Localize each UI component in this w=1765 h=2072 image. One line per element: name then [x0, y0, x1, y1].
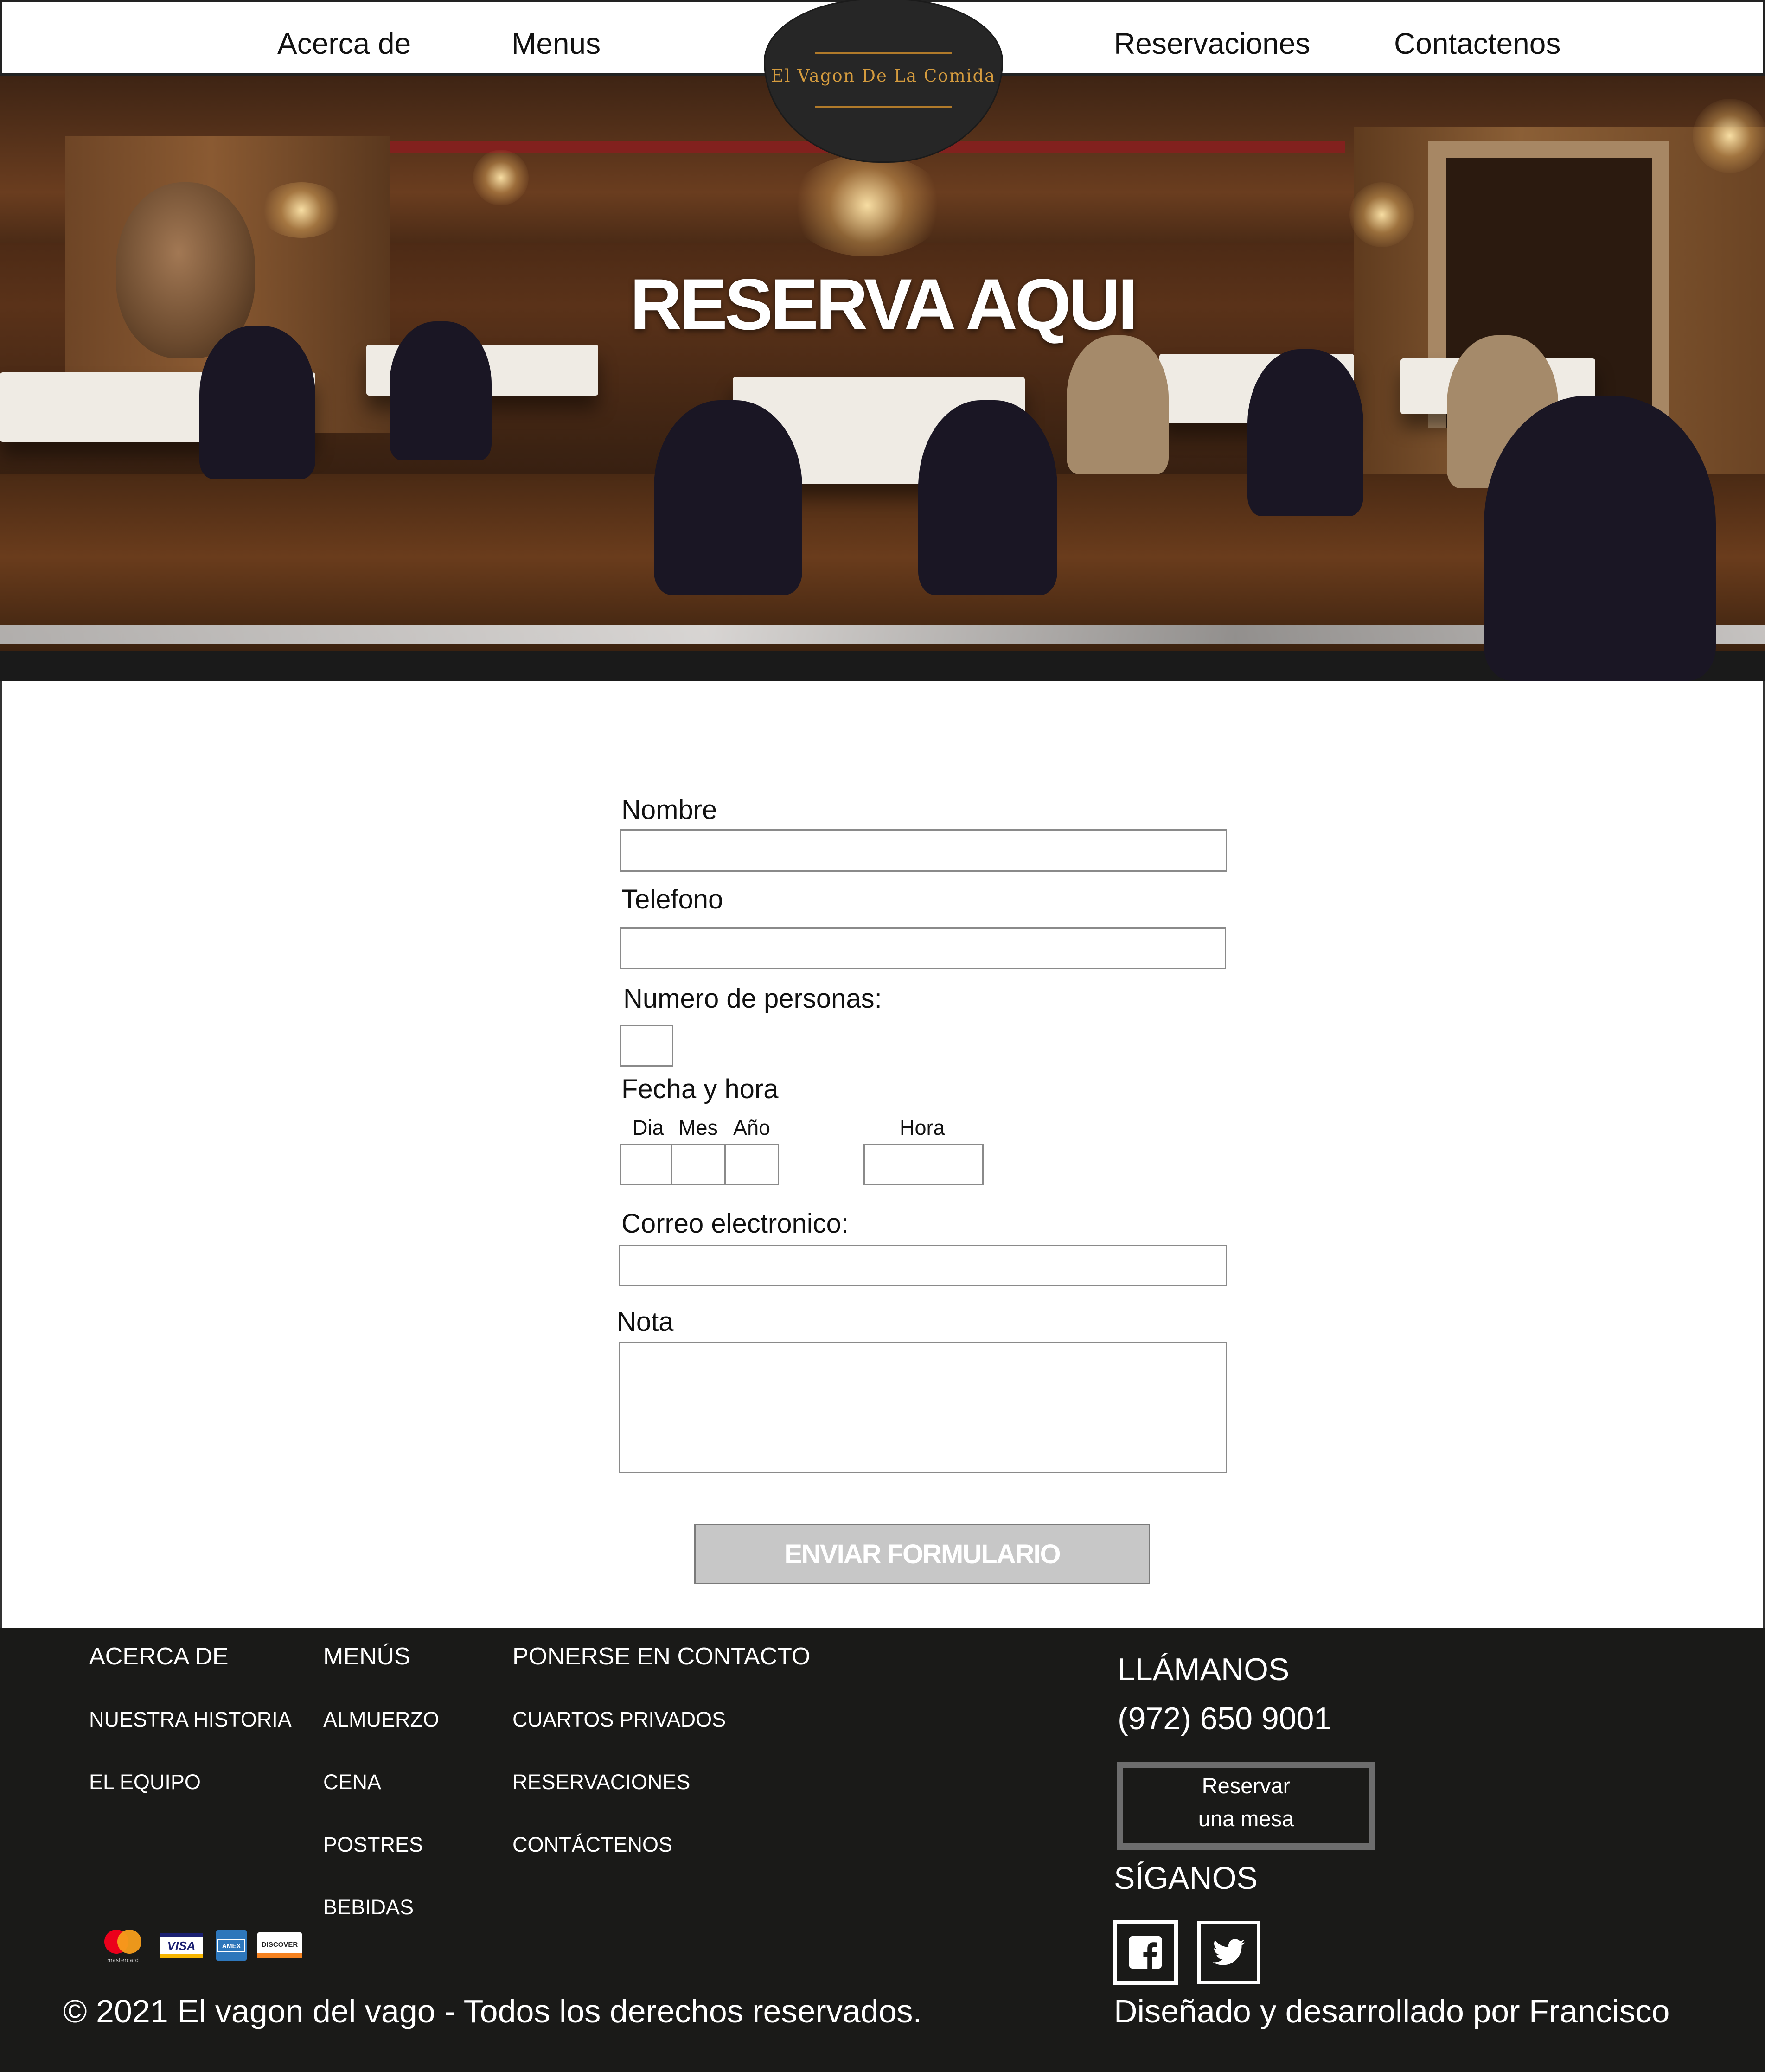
day-input[interactable]	[620, 1144, 672, 1185]
note-textarea[interactable]	[619, 1342, 1227, 1473]
nav-link-menus[interactable]: Menus	[512, 24, 601, 63]
svg-text:DISCOVER: DISCOVER	[262, 1941, 298, 1949]
wall-lamp-glow	[1349, 182, 1414, 247]
twitter-link[interactable]	[1197, 1921, 1260, 1984]
nav-link-acerca-de[interactable]: Acerca de	[277, 24, 411, 63]
hour-label: Hora	[900, 1116, 945, 1139]
twitter-icon	[1213, 1939, 1245, 1965]
hour-input[interactable]	[863, 1144, 984, 1185]
footer-heading-menus[interactable]: MENÚS	[323, 1642, 410, 1671]
footer-link-reservaciones[interactable]: RESERVACIONES	[512, 1769, 690, 1795]
people-label: Numero de personas:	[623, 984, 882, 1014]
email-label: Correo electronico:	[621, 1209, 849, 1239]
phone-label: Telefono	[621, 884, 723, 914]
follow-us-heading: SÍGANOS	[1114, 1861, 1258, 1896]
reserve-button-line2: una mesa	[1198, 1806, 1294, 1831]
call-us-heading: LLÁMANOS	[1118, 1652, 1290, 1687]
svg-text:VISA: VISA	[167, 1939, 196, 1953]
note-label: Nota	[617, 1307, 674, 1337]
facebook-link[interactable]	[1113, 1920, 1178, 1985]
name-label: Nombre	[621, 795, 717, 825]
footer-link-postres[interactable]: POSTRES	[323, 1832, 423, 1858]
dining-chair	[654, 400, 802, 595]
month-input[interactable]	[671, 1144, 725, 1185]
phone-number[interactable]: (972) 650 9001	[1118, 1700, 1331, 1737]
dining-chair	[918, 400, 1057, 595]
reserve-table-button[interactable]: Reservar una mesa	[1117, 1762, 1375, 1850]
logo-divider-bottom	[815, 106, 952, 108]
footer-link-nuestra-historia[interactable]: NUESTRA HISTORIA	[89, 1707, 292, 1733]
facebook-icon	[1129, 1936, 1162, 1969]
site-footer: ACERCA DE NUESTRA HISTORIA EL EQUIPO MEN…	[0, 1628, 1765, 2072]
svg-text:AMEX: AMEX	[222, 1942, 241, 1950]
name-input[interactable]	[620, 829, 1227, 872]
pendant-lamp-glow	[473, 150, 529, 205]
phone-input[interactable]	[620, 927, 1226, 969]
designer-credit: Diseñado y desarrollado por Francisco	[1114, 1993, 1670, 2029]
mastercard-icon: mastercard	[100, 1927, 146, 1963]
amex-icon: AMEX	[216, 1930, 247, 1961]
nav-link-contactenos[interactable]: Contactenos	[1394, 24, 1560, 63]
month-label: Mes	[678, 1116, 718, 1139]
submit-form-button[interactable]: ENVIAR FORMULARIO	[694, 1524, 1150, 1584]
dining-chair	[1247, 349, 1363, 516]
reserve-button-line1: Reservar	[1202, 1773, 1291, 1798]
dining-chair	[1484, 396, 1716, 681]
discover-icon: DISCOVER	[257, 1932, 302, 1958]
day-label: Dia	[633, 1116, 664, 1139]
footer-link-bebidas[interactable]: BEBIDAS	[323, 1894, 414, 1920]
dining-chair	[1067, 335, 1169, 474]
year-label: Año	[733, 1116, 771, 1139]
hero-banner: RESERVA AQUI	[0, 76, 1765, 681]
logo-text: El Vagon De La Comida	[771, 66, 996, 86]
hero-title: RESERVA AQUI	[630, 264, 1138, 345]
year-input[interactable]	[724, 1144, 779, 1185]
copyright-text: © 2021 El vagon del vago - Todos los der…	[63, 1993, 922, 2029]
visa-icon: VISA	[160, 1933, 203, 1958]
footer-heading-acerca-de[interactable]: ACERCA DE	[89, 1642, 229, 1671]
dining-chair	[199, 326, 315, 479]
pendant-lamp-glow	[260, 182, 343, 238]
wall-lamp-glow	[1693, 99, 1765, 173]
datetime-label: Fecha y hora	[621, 1074, 779, 1104]
footer-link-cuartos-privados[interactable]: CUARTOS PRIVADOS	[512, 1707, 726, 1733]
reservation-form: Nombre Telefono Numero de personas: Fech…	[0, 681, 1765, 1628]
footer-link-el-equipo[interactable]: EL EQUIPO	[89, 1769, 201, 1795]
footer-heading-contacto[interactable]: PONERSE EN CONTACTO	[512, 1642, 810, 1671]
chandelier-glow	[788, 154, 946, 256]
people-count-input[interactable]	[620, 1025, 673, 1067]
logo-divider-top	[815, 52, 952, 54]
footer-link-contactenos[interactable]: CONTÁCTENOS	[512, 1832, 672, 1858]
nav-link-reservaciones[interactable]: Reservaciones	[1114, 24, 1310, 63]
footer-link-cena[interactable]: CENA	[323, 1769, 381, 1795]
footer-link-almuerzo[interactable]: ALMUERZO	[323, 1707, 439, 1733]
email-input[interactable]	[619, 1245, 1227, 1286]
svg-text:mastercard: mastercard	[107, 1957, 139, 1963]
